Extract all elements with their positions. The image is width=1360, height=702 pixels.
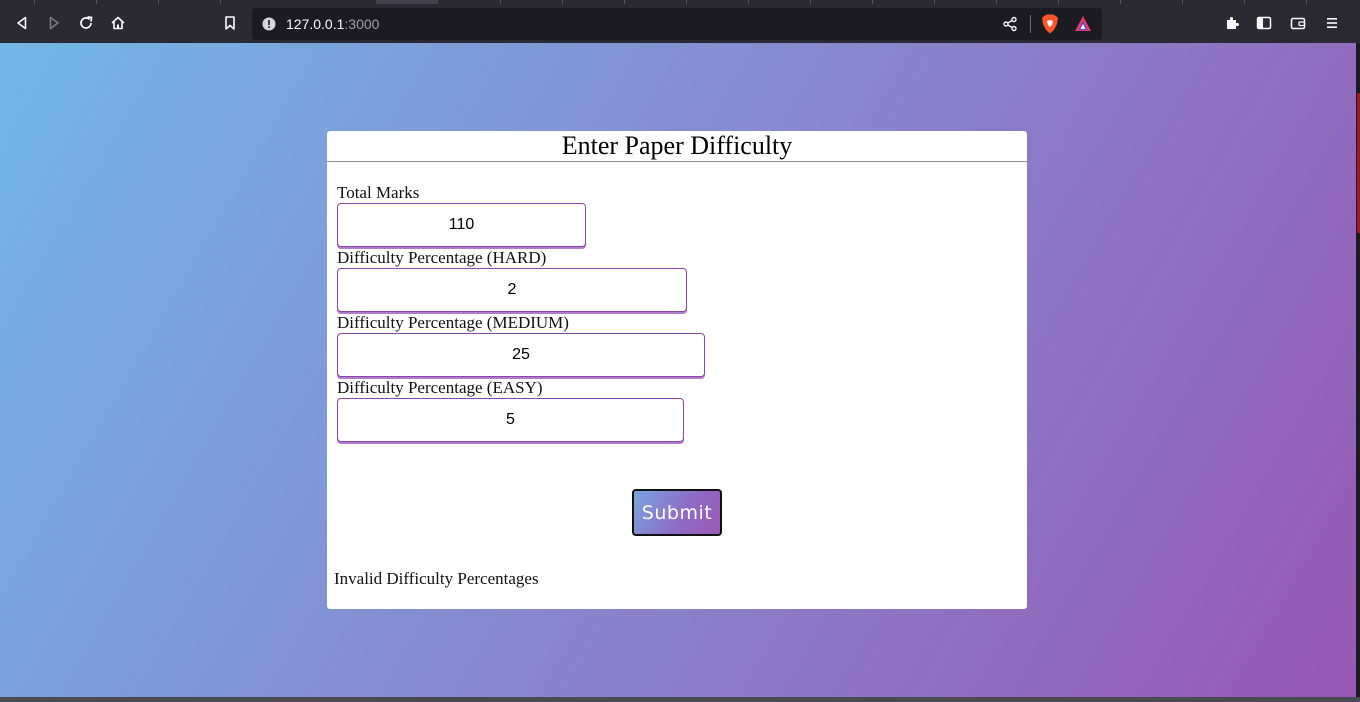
medium-percentage-label: Difficulty Percentage (MEDIUM): [337, 313, 569, 332]
total-marks-label: Total Marks: [337, 183, 420, 202]
address-bar[interactable]: 127.0.0.1:3000: [252, 8, 1102, 40]
title-divider: [327, 161, 1027, 162]
address-bar-divider: [1030, 15, 1031, 33]
wallet-icon[interactable]: [1285, 10, 1311, 36]
site-info-icon[interactable]: [262, 17, 276, 31]
bookmark-icon[interactable]: [217, 10, 243, 36]
medium-percentage-input[interactable]: [337, 333, 705, 377]
error-message: Invalid Difficulty Percentages: [334, 569, 539, 588]
extensions-icon[interactable]: [1219, 10, 1245, 36]
url-text[interactable]: 127.0.0.1:3000: [286, 16, 379, 32]
hard-percentage-input[interactable]: [337, 268, 687, 312]
window-bottom-edge: [0, 697, 1360, 702]
home-icon[interactable]: [105, 10, 131, 36]
url-port: :3000: [344, 16, 380, 32]
easy-percentage-input[interactable]: [337, 398, 684, 442]
menu-icon[interactable]: [1319, 10, 1345, 36]
back-icon[interactable]: [9, 10, 35, 36]
page-title: Enter Paper Difficulty: [561, 131, 793, 160]
window-edge: [1356, 43, 1360, 702]
easy-percentage-label: Difficulty Percentage (EASY): [337, 378, 543, 397]
browser-toolbar: 127.0.0.1:3000: [0, 4, 1360, 43]
submit-button[interactable]: Submit: [632, 489, 722, 536]
url-host: 127.0.0.1: [286, 16, 345, 32]
brave-rewards-icon[interactable]: [1074, 15, 1092, 33]
sidebar-icon[interactable]: [1251, 10, 1277, 36]
difficulty-form-card: Enter Paper Difficulty Total Marks Diffi…: [327, 131, 1027, 609]
reload-icon[interactable]: [73, 10, 99, 36]
hard-percentage-label: Difficulty Percentage (HARD): [337, 248, 547, 267]
share-icon[interactable]: [1002, 16, 1018, 32]
total-marks-input[interactable]: [337, 203, 586, 247]
forward-icon[interactable]: [41, 10, 67, 36]
brave-shields-icon[interactable]: [1041, 14, 1059, 34]
